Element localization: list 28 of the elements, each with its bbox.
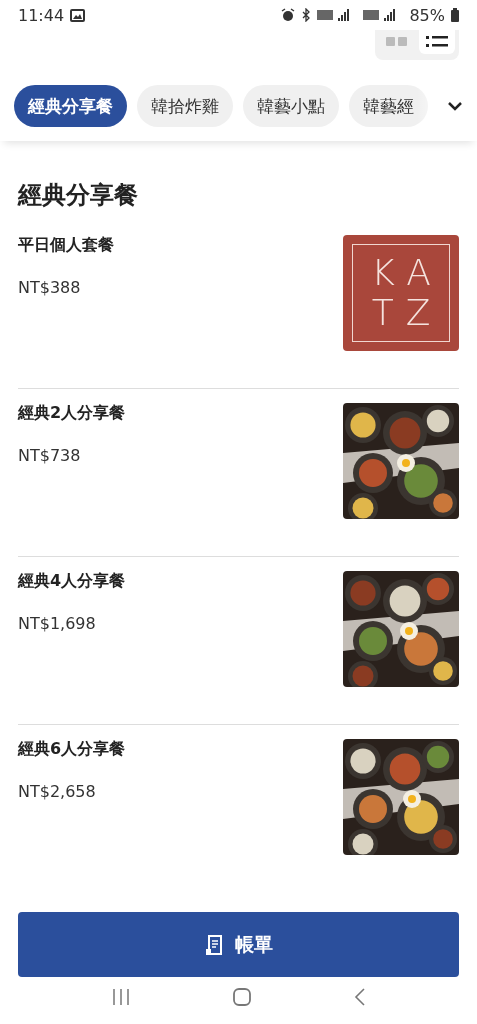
item-name: 經典6人分享餐 bbox=[18, 739, 126, 760]
category-tab[interactable]: 經典分享餐 bbox=[14, 85, 127, 127]
item-name: 平日個人套餐 bbox=[18, 235, 114, 256]
item-price: NT$388 bbox=[18, 278, 82, 297]
category-tab[interactable]: 韓藝經 bbox=[349, 85, 428, 127]
list-icon bbox=[426, 34, 448, 50]
battery-level: 85% bbox=[409, 5, 445, 25]
back-icon[interactable] bbox=[354, 987, 367, 1007]
item-name: 經典2人分享餐 bbox=[18, 403, 126, 424]
grid-icon bbox=[386, 37, 408, 47]
item-name: 經典4人分享餐 bbox=[18, 571, 126, 592]
item-price: NT$738 bbox=[18, 446, 82, 465]
section-title: 經典分享餐 bbox=[18, 180, 139, 211]
recent-apps-icon[interactable] bbox=[110, 988, 131, 1006]
alarm-icon bbox=[281, 8, 296, 22]
item-price: NT$1,698 bbox=[18, 614, 97, 633]
bluetooth-icon bbox=[301, 8, 312, 22]
logo-image[interactable]: KA TZ bbox=[343, 235, 459, 351]
bill-button[interactable]: 帳單 bbox=[18, 912, 459, 977]
item-price: NT$2,658 bbox=[18, 782, 97, 801]
battery-icon bbox=[451, 8, 459, 22]
category-tab[interactable]: 韓拾炸雞 bbox=[137, 85, 233, 127]
category-tab[interactable]: 韓藝小點 bbox=[243, 85, 339, 127]
image-icon bbox=[70, 8, 86, 22]
status-time: 11:44 bbox=[18, 5, 65, 25]
list-view-button[interactable] bbox=[419, 30, 455, 54]
home-icon[interactable] bbox=[232, 987, 253, 1007]
chevron-down-icon[interactable] bbox=[447, 101, 463, 111]
